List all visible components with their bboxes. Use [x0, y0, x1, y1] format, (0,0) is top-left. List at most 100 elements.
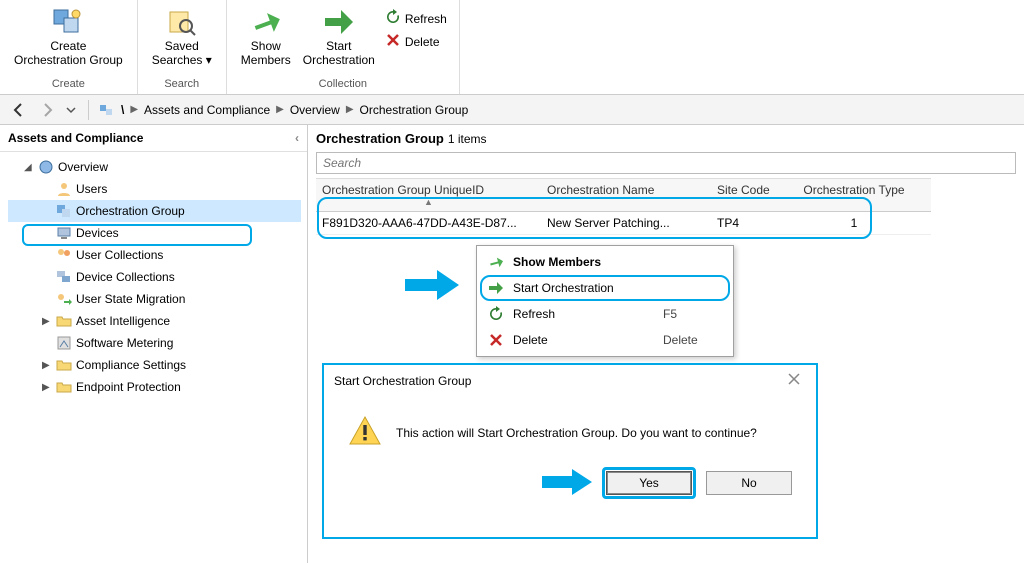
start-orchestration-icon	[487, 279, 505, 297]
ctx-delete[interactable]: Delete Delete	[480, 327, 730, 353]
show-members-button[interactable]: Show Members	[235, 4, 297, 70]
tree-label-devicecollections: Device Collections	[76, 270, 175, 284]
tree-node-users[interactable]: Users	[8, 178, 301, 200]
confirm-dialog: Start Orchestration Group This action wi…	[322, 363, 818, 539]
ctx-refresh[interactable]: Refresh F5	[480, 301, 730, 327]
saved-searches-button[interactable]: Saved Searches ▾	[146, 4, 218, 70]
start-orchestration-icon	[323, 6, 355, 38]
breadcrumb-item-assets[interactable]: Assets and Compliance	[144, 103, 270, 117]
tree-node-endpoint-protection[interactable]: ▶ Endpoint Protection	[8, 376, 301, 398]
sort-indicator-icon: ▲	[322, 197, 535, 207]
nav-history-dropdown[interactable]	[64, 99, 78, 121]
content-item-count: 1 items	[448, 132, 487, 146]
software-metering-icon	[56, 335, 72, 351]
tree-label-ep: Endpoint Protection	[76, 380, 181, 394]
saved-searches-label: Saved Searches ▾	[152, 40, 212, 68]
folder-icon	[56, 313, 72, 329]
tree-node-device-collections[interactable]: Device Collections	[8, 266, 301, 288]
ribbon-group-search-label: Search	[146, 76, 218, 92]
tree-node-asset-intelligence[interactable]: ▶ Asset Intelligence	[8, 310, 301, 332]
dialog-title: Start Orchestration Group	[334, 374, 471, 388]
chevron-right-icon: ▶	[276, 104, 284, 115]
start-orchestration-button[interactable]: Start Orchestration	[297, 4, 381, 70]
breadcrumb-root-icon[interactable]	[99, 102, 115, 118]
annotation-arrow-icon	[542, 469, 592, 498]
tree-label-usm: User State Migration	[76, 292, 185, 306]
tree-node-software-metering[interactable]: Software Metering	[8, 332, 301, 354]
tree-label-usercollections: User Collections	[76, 248, 163, 262]
sidebar-title: Assets and Compliance	[8, 131, 143, 145]
create-orch-group-label: Create Orchestration Group	[14, 40, 123, 68]
tree-label-sm: Software Metering	[76, 336, 173, 350]
tree-node-compliance-settings[interactable]: ▶ Compliance Settings	[8, 354, 301, 376]
col-header-sitecode[interactable]: Site Code	[711, 178, 791, 212]
table-row[interactable]: F891D320-AAA6-47DD-A43E-D87... New Serve…	[316, 212, 1016, 235]
expander-icon[interactable]: ▶	[42, 360, 52, 371]
annotation-highlight-yes: Yes	[602, 467, 696, 499]
nav-forward-button[interactable]	[36, 99, 58, 121]
folder-icon	[56, 379, 72, 395]
overview-icon	[38, 159, 54, 175]
breadcrumb-item-orchgroup[interactable]: Orchestration Group	[360, 103, 469, 117]
expander-icon[interactable]: ▶	[42, 316, 52, 327]
col-header-uniqueid[interactable]: Orchestration Group UniqueID ▲	[316, 178, 541, 212]
ctx-show-members-label: Show Members	[513, 255, 655, 269]
ribbon-group-search: Saved Searches ▾ Search	[138, 0, 227, 94]
context-menu: Show Members Start Orchestration Refresh…	[476, 245, 734, 357]
ctx-start-orch-label: Start Orchestration	[513, 281, 655, 295]
show-members-label: Show Members	[241, 40, 291, 68]
ctx-show-members[interactable]: Show Members	[480, 249, 730, 275]
tree-label-cs: Compliance Settings	[76, 358, 186, 372]
dialog-close-button[interactable]	[782, 371, 806, 390]
ctx-delete-accel: Delete	[663, 333, 723, 347]
data-grid: Orchestration Group UniqueID ▲ Orchestra…	[316, 178, 1016, 235]
ribbon-refresh-button[interactable]: Refresh	[381, 8, 451, 29]
saved-searches-icon	[166, 6, 198, 38]
ribbon: Create Orchestration Group Create Saved …	[0, 0, 1024, 95]
tree-label-overview: Overview	[58, 160, 108, 174]
refresh-icon	[487, 305, 505, 323]
ribbon-delete-button[interactable]: Delete	[381, 31, 451, 52]
orchestration-group-icon	[52, 6, 84, 38]
col-header-orchname[interactable]: Orchestration Name	[541, 178, 711, 212]
tree-node-user-collections[interactable]: User Collections	[8, 244, 301, 266]
ctx-start-orchestration[interactable]: Start Orchestration	[480, 275, 730, 301]
col-header-orchtype[interactable]: Orchestration Type	[791, 178, 931, 212]
delete-icon	[385, 32, 401, 51]
nav-tree: ◢ Overview Users Orchestration Group Dev…	[0, 152, 307, 406]
show-members-icon	[487, 253, 505, 271]
navbar: \ ▶ Assets and Compliance ▶ Overview ▶ O…	[0, 95, 1024, 125]
devices-icon	[56, 225, 72, 241]
device-collections-icon	[56, 269, 72, 285]
breadcrumb-item-overview[interactable]: Overview	[290, 103, 340, 117]
content-title: Orchestration Group	[316, 131, 444, 146]
cell-uniqueid: F891D320-AAA6-47DD-A43E-D87...	[316, 212, 541, 235]
separator	[88, 100, 89, 120]
nav-back-button[interactable]	[8, 99, 30, 121]
tree-node-user-state-migration[interactable]: User State Migration	[8, 288, 301, 310]
ctx-delete-label: Delete	[513, 333, 655, 347]
tree-label-ai: Asset Intelligence	[76, 314, 170, 328]
delete-icon	[487, 331, 505, 349]
user-collections-icon	[56, 247, 72, 263]
tree-label-users: Users	[76, 182, 107, 196]
tree-node-overview[interactable]: ◢ Overview	[8, 156, 301, 178]
tree-label-orchgroup: Orchestration Group	[76, 204, 185, 218]
tree-node-devices[interactable]: Devices	[8, 222, 301, 244]
grid-header-row: Orchestration Group UniqueID ▲ Orchestra…	[316, 178, 1016, 212]
sidebar-collapse-button[interactable]: ‹	[295, 131, 299, 145]
no-button[interactable]: No	[706, 471, 792, 495]
cell-orchname: New Server Patching...	[541, 212, 711, 235]
tree-node-orchestration-group[interactable]: Orchestration Group	[8, 200, 301, 222]
expander-icon[interactable]: ◢	[24, 162, 34, 173]
search-input[interactable]	[316, 152, 1016, 174]
expander-icon[interactable]: ▶	[42, 382, 52, 393]
create-orchestration-group-button[interactable]: Create Orchestration Group	[8, 4, 129, 70]
yes-button[interactable]: Yes	[606, 471, 692, 495]
sidebar: Assets and Compliance ‹ ◢ Overview Users…	[0, 125, 308, 563]
delete-label: Delete	[405, 35, 440, 49]
refresh-icon	[385, 9, 401, 28]
show-members-icon	[250, 6, 282, 38]
dialog-titlebar: Start Orchestration Group	[324, 365, 816, 396]
ribbon-group-collection: Show Members Start Orchestration Refresh	[227, 0, 460, 94]
